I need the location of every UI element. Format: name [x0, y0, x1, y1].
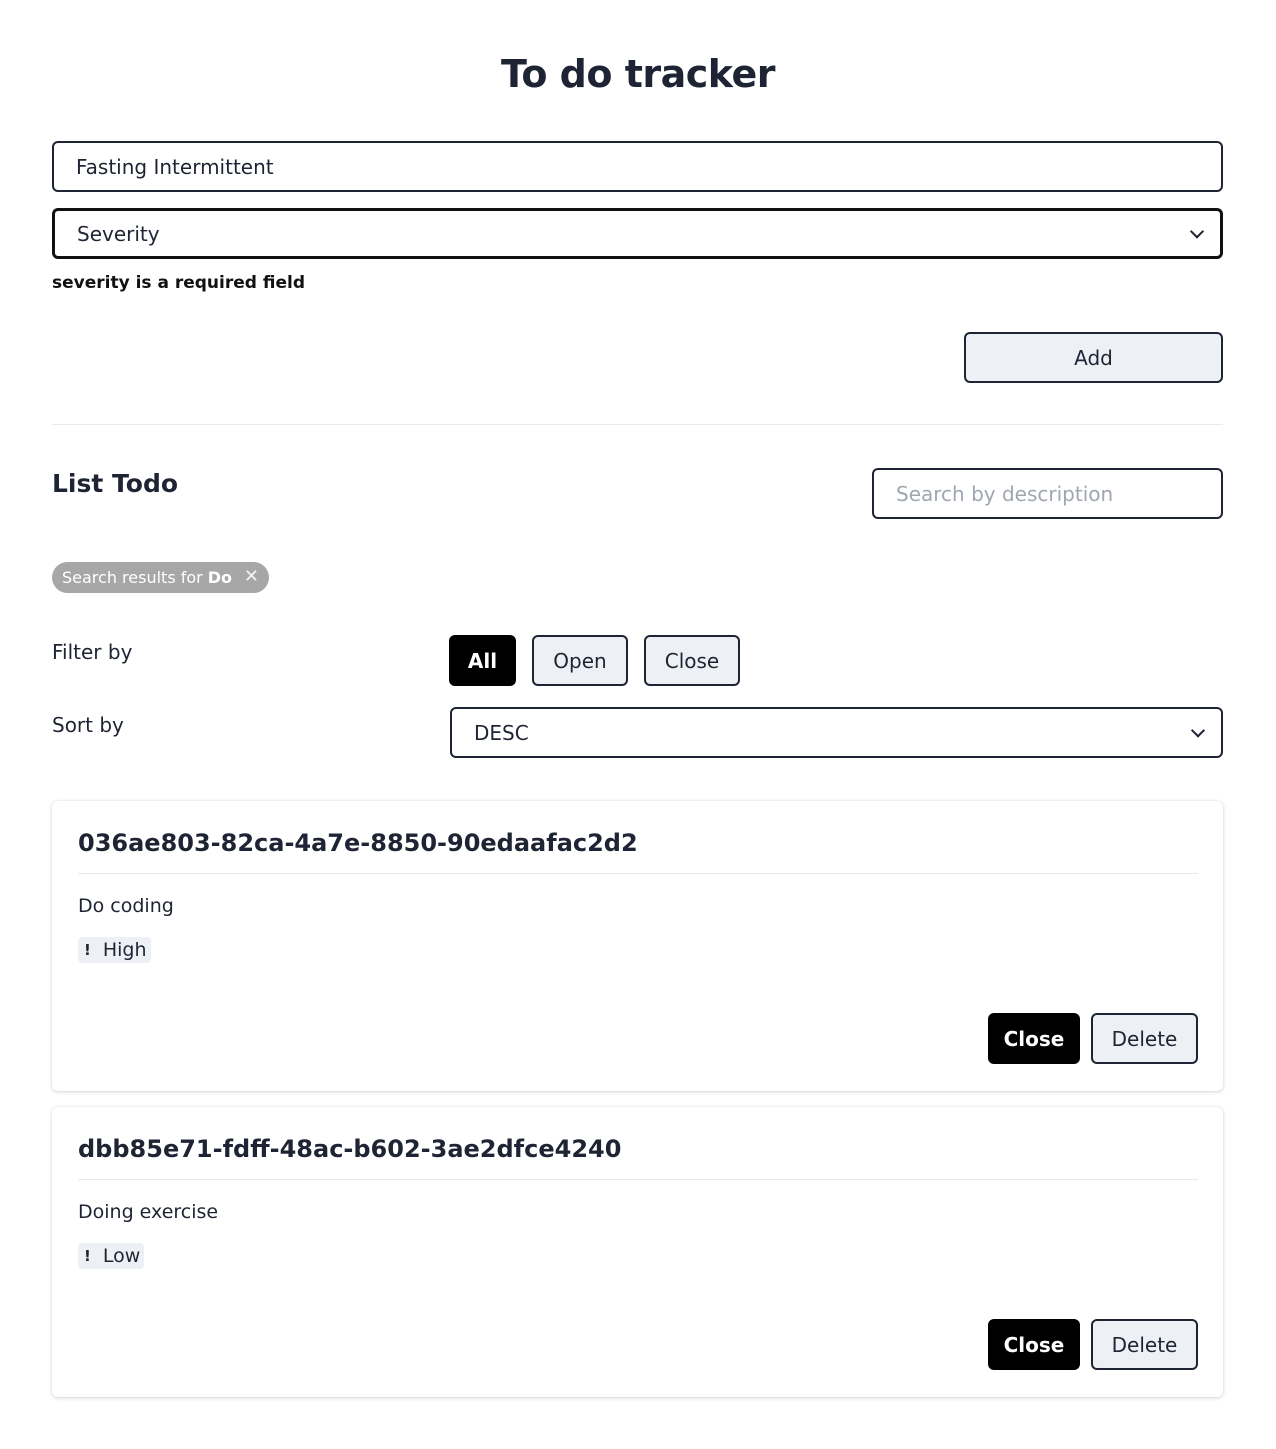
chevron-down-icon — [1189, 223, 1205, 239]
delete-todo-button[interactable]: Delete — [1091, 1013, 1198, 1064]
card-divider — [78, 1179, 1198, 1180]
section-divider — [52, 424, 1223, 425]
severity-select[interactable]: Severity — [52, 208, 1223, 259]
sort-label: Sort by — [52, 713, 124, 737]
close-todo-button[interactable]: Close — [988, 1319, 1080, 1370]
todo-description: Doing exercise — [78, 1201, 219, 1223]
card-divider — [78, 873, 1198, 874]
delete-todo-button[interactable]: Delete — [1091, 1319, 1198, 1370]
list-title: List Todo — [52, 469, 179, 498]
search-chip-prefix: Search results for — [62, 568, 203, 587]
search-results-chip: Search results for Do ✕ — [52, 562, 269, 593]
severity-label: High — [102, 939, 147, 961]
close-todo-button[interactable]: Close — [988, 1013, 1080, 1064]
severity-label: Low — [102, 1245, 141, 1267]
search-placeholder: Search by description — [896, 481, 1114, 506]
severity-badge: ! High — [78, 937, 151, 963]
severity-select-value: Severity — [77, 221, 160, 246]
todo-id: dbb85e71-fdff-48ac-b602-3ae2dfce4240 — [78, 1135, 622, 1163]
exclamation-icon: ! — [84, 1247, 91, 1265]
exclamation-icon: ! — [84, 941, 91, 959]
chevron-down-icon — [1190, 722, 1206, 738]
add-button[interactable]: Add — [964, 332, 1223, 383]
todo-id: 036ae803-82ca-4a7e-8850-90edaafac2d2 — [78, 829, 638, 857]
close-icon[interactable]: ✕ — [244, 566, 259, 587]
description-input[interactable]: Fasting Intermittent — [52, 141, 1223, 192]
todo-description: Do coding — [78, 895, 174, 917]
search-chip-term: Do — [207, 568, 233, 587]
filter-label: Filter by — [52, 640, 133, 664]
severity-badge: ! Low — [78, 1243, 145, 1269]
filter-open-button[interactable]: Open — [532, 635, 628, 686]
filter-all-button[interactable]: All — [449, 635, 516, 686]
search-input[interactable]: Search by description — [872, 468, 1223, 519]
filter-close-button[interactable]: Close — [644, 635, 740, 686]
severity-error-message: severity is a required field — [52, 273, 305, 293]
sort-select-value: DESC — [474, 720, 529, 745]
description-input-value: Fasting Intermittent — [76, 154, 274, 179]
sort-select[interactable]: DESC — [450, 707, 1223, 758]
page-title: To do tracker — [500, 52, 776, 96]
todo-card: 036ae803-82ca-4a7e-8850-90edaafac2d2 Do … — [52, 801, 1223, 1091]
todo-card: dbb85e71-fdff-48ac-b602-3ae2dfce4240 Doi… — [52, 1107, 1223, 1397]
